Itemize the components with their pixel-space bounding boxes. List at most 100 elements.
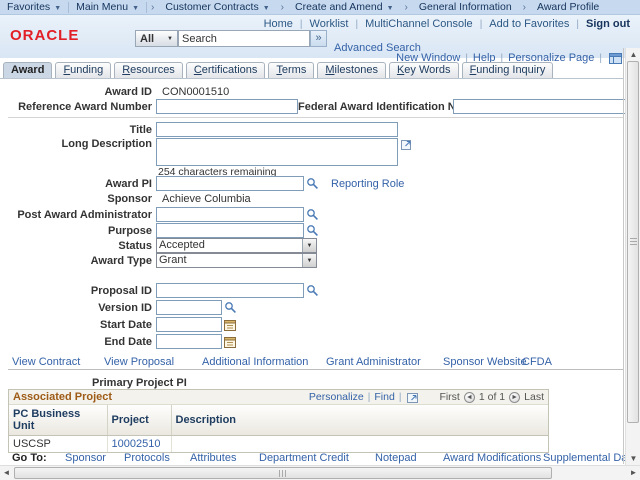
sign-out-link[interactable]: Sign out: [586, 18, 630, 30]
next-row-button[interactable]: ►: [509, 392, 520, 403]
federal-award-identification-number-input[interactable]: [453, 99, 633, 114]
lookup-icon[interactable]: [224, 301, 237, 314]
content-right-border: [623, 48, 624, 464]
proposal-id-label: Proposal ID: [0, 285, 156, 297]
tab-award[interactable]: Award: [3, 62, 52, 78]
award-type-select[interactable]: Grant ▼: [156, 253, 317, 268]
tab-label: Funding: [63, 64, 103, 76]
dropdown-arrow-icon: ▼: [263, 5, 270, 12]
lookup-icon[interactable]: [306, 177, 319, 190]
tab-certifications[interactable]: Certifications: [186, 62, 266, 78]
award-pi-input[interactable]: [156, 176, 304, 191]
status-select[interactable]: Accepted ▼: [156, 238, 317, 253]
vertical-scrollbar[interactable]: ▲ ▼: [625, 48, 640, 465]
end-date-input[interactable]: [156, 334, 222, 349]
breadcrumb-label: Favorites: [7, 1, 50, 13]
expand-text-icon[interactable]: [400, 138, 412, 150]
title-input[interactable]: [156, 122, 398, 137]
grid-title: Associated Project: [13, 391, 309, 403]
lookup-icon[interactable]: [306, 284, 319, 297]
goto-attributes-link[interactable]: Attributes: [190, 452, 236, 464]
breadcrumb-label: Main Menu: [76, 1, 128, 13]
vertical-scrollbar-thumb[interactable]: [627, 61, 639, 423]
proposal-id-input[interactable]: [156, 283, 304, 298]
home-link[interactable]: Home: [264, 18, 293, 30]
multichannel-console-link[interactable]: MultiChannel Console: [365, 18, 473, 30]
scroll-down-icon[interactable]: ▼: [626, 452, 640, 465]
horizontal-scrollbar[interactable]: ◄ ►: [0, 465, 640, 480]
personalize-link[interactable]: Personalize: [309, 391, 364, 403]
grant-administrator-link[interactable]: Grant Administrator: [326, 356, 421, 368]
lookup-icon[interactable]: [306, 224, 319, 237]
tab-label: Funding Inquiry: [470, 64, 546, 76]
breadcrumb-award-profile[interactable]: Award Profile: [530, 1, 606, 13]
tab-label: Award: [11, 64, 44, 76]
chevron-icon: ›: [401, 2, 412, 13]
scroll-up-icon[interactable]: ▲: [626, 48, 640, 61]
find-link[interactable]: Find: [374, 391, 394, 403]
sponsor-website-link[interactable]: Sponsor Website: [443, 356, 527, 368]
breadcrumb-general-information[interactable]: General Information: [412, 1, 519, 13]
tab-milestones[interactable]: Milestones: [317, 62, 386, 78]
calendar-icon[interactable]: [224, 336, 236, 348]
tab-funding-inquiry[interactable]: Funding Inquiry: [462, 62, 554, 78]
separator: |: [480, 19, 483, 30]
dropdown-arrow-icon: ▼: [167, 36, 173, 42]
end-date-label: End Date: [0, 336, 156, 348]
tab-terms[interactable]: Terms: [268, 62, 314, 78]
reporting-role-link[interactable]: Reporting Role: [331, 178, 404, 190]
separator: |: [300, 19, 303, 30]
tab-funding[interactable]: Funding: [55, 62, 111, 78]
post-award-administrator-input[interactable]: [156, 207, 304, 222]
breadcrumb-customer-contracts[interactable]: Customer Contracts ▼: [158, 1, 276, 13]
breadcrumb-label: Customer Contracts: [165, 1, 258, 13]
tab-label: Milestones: [325, 64, 378, 76]
previous-row-button[interactable]: ◄: [464, 392, 475, 403]
view-all-icon[interactable]: [407, 392, 419, 403]
horizontal-scrollbar-thumb[interactable]: [14, 467, 552, 479]
tab-label: Terms: [276, 64, 306, 76]
worklist-link[interactable]: Worklist: [310, 18, 349, 30]
version-id-row: Version ID: [0, 300, 237, 315]
breadcrumb-main-menu[interactable]: Main Menu▼: [69, 1, 146, 13]
start-date-input[interactable]: [156, 317, 222, 332]
goto-sponsor-link[interactable]: Sponsor: [65, 452, 106, 464]
scrollbar-grip: [279, 470, 287, 477]
calendar-icon[interactable]: [224, 319, 236, 331]
scrollbar-grip: [630, 238, 637, 246]
dropdown-arrow-icon[interactable]: ▼: [302, 254, 316, 267]
breadcrumb-favorites[interactable]: Favorites ▼: [0, 1, 68, 13]
goto-department-credit-link[interactable]: Department Credit: [259, 452, 349, 464]
breadcrumb-create-and-amend[interactable]: Create and Amend▼: [288, 1, 401, 13]
search-go-button[interactable]: »: [310, 30, 327, 47]
dropdown-arrow-icon[interactable]: ▼: [302, 239, 316, 252]
cfda-link[interactable]: CFDA: [522, 356, 552, 368]
separator: |: [355, 19, 358, 30]
reference-award-number-input[interactable]: [156, 99, 298, 114]
start-date-label: Start Date: [0, 319, 156, 331]
view-proposal-link[interactable]: View Proposal: [104, 356, 174, 368]
view-contract-link[interactable]: View Contract: [12, 356, 80, 368]
tab-resources[interactable]: Resources: [114, 62, 183, 78]
goto-protocols-link[interactable]: Protocols: [124, 452, 170, 464]
add-to-favorites-link[interactable]: Add to Favorites: [489, 18, 569, 30]
tab-label: Key Words: [397, 64, 451, 76]
scroll-right-icon[interactable]: ►: [627, 466, 640, 480]
goto-award-modifications-link[interactable]: Award Modifications: [443, 452, 541, 464]
lookup-icon[interactable]: [306, 208, 319, 221]
purpose-input[interactable]: [156, 223, 304, 238]
long-description-textarea[interactable]: [156, 138, 398, 166]
additional-information-link[interactable]: Additional Information: [202, 356, 308, 368]
version-id-label: Version ID: [0, 302, 156, 314]
version-id-input[interactable]: [156, 300, 222, 315]
search-scope-dropdown[interactable]: All ▼: [135, 30, 178, 47]
search-input[interactable]: [178, 30, 310, 47]
primary-project-pi-label: Primary Project PI: [92, 377, 187, 389]
project-link[interactable]: 10002510: [112, 438, 161, 450]
goto-notepad-link[interactable]: Notepad: [375, 452, 417, 464]
project-column-header: Project: [107, 405, 171, 436]
page-layout-icon[interactable]: [609, 53, 622, 64]
dropdown-arrow-icon: ▼: [54, 5, 61, 12]
tab-key-words[interactable]: Key Words: [389, 62, 459, 78]
scroll-left-icon[interactable]: ◄: [0, 466, 13, 480]
